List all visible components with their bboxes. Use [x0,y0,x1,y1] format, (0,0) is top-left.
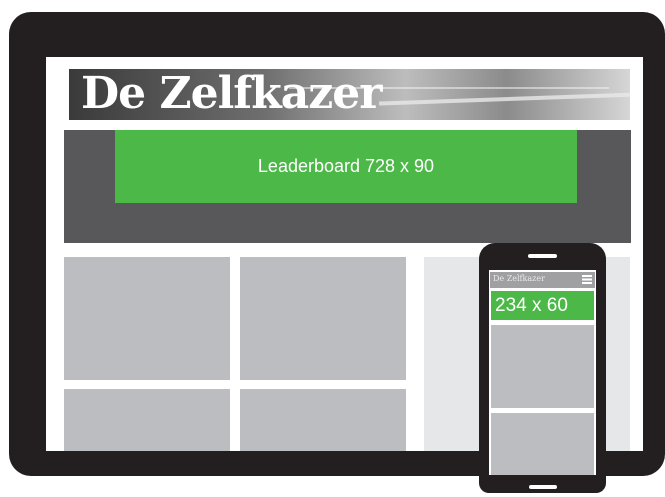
phone-header: De Zelfkazer [490,272,595,288]
phone-banner-ad[interactable]: 234 x 60 [491,291,594,320]
phone-banner-ad-label: 234 x 60 [495,295,568,316]
phone-frame: De Zelfkazer 234 x 60 [479,243,606,493]
phone-content-tile[interactable] [491,413,594,475]
leaderboard-ad-label: Leaderboard 728 x 90 [257,156,435,176]
phone-content-tile[interactable] [491,325,594,408]
content-tile[interactable] [240,257,406,380]
content-tile[interactable] [64,257,230,380]
content-tile[interactable] [64,389,230,451]
hamburger-menu-icon[interactable] [582,275,592,284]
leaderboard-ad[interactable]: Leaderboard 728 x 90 [115,130,577,203]
phone-speaker [528,254,557,258]
content-tile[interactable] [240,389,406,451]
leaderboard-band: Leaderboard 728 x 90 [64,130,631,243]
phone-site-logo[interactable]: De Zelfkazer [493,274,545,283]
masthead-texture [379,92,630,106]
masthead-banner: De Zelfkazer [69,69,630,120]
site-logo[interactable]: De Zelfkazer [81,69,382,120]
phone-screen: De Zelfkazer 234 x 60 [489,270,596,475]
phone-home-button[interactable] [529,485,557,489]
